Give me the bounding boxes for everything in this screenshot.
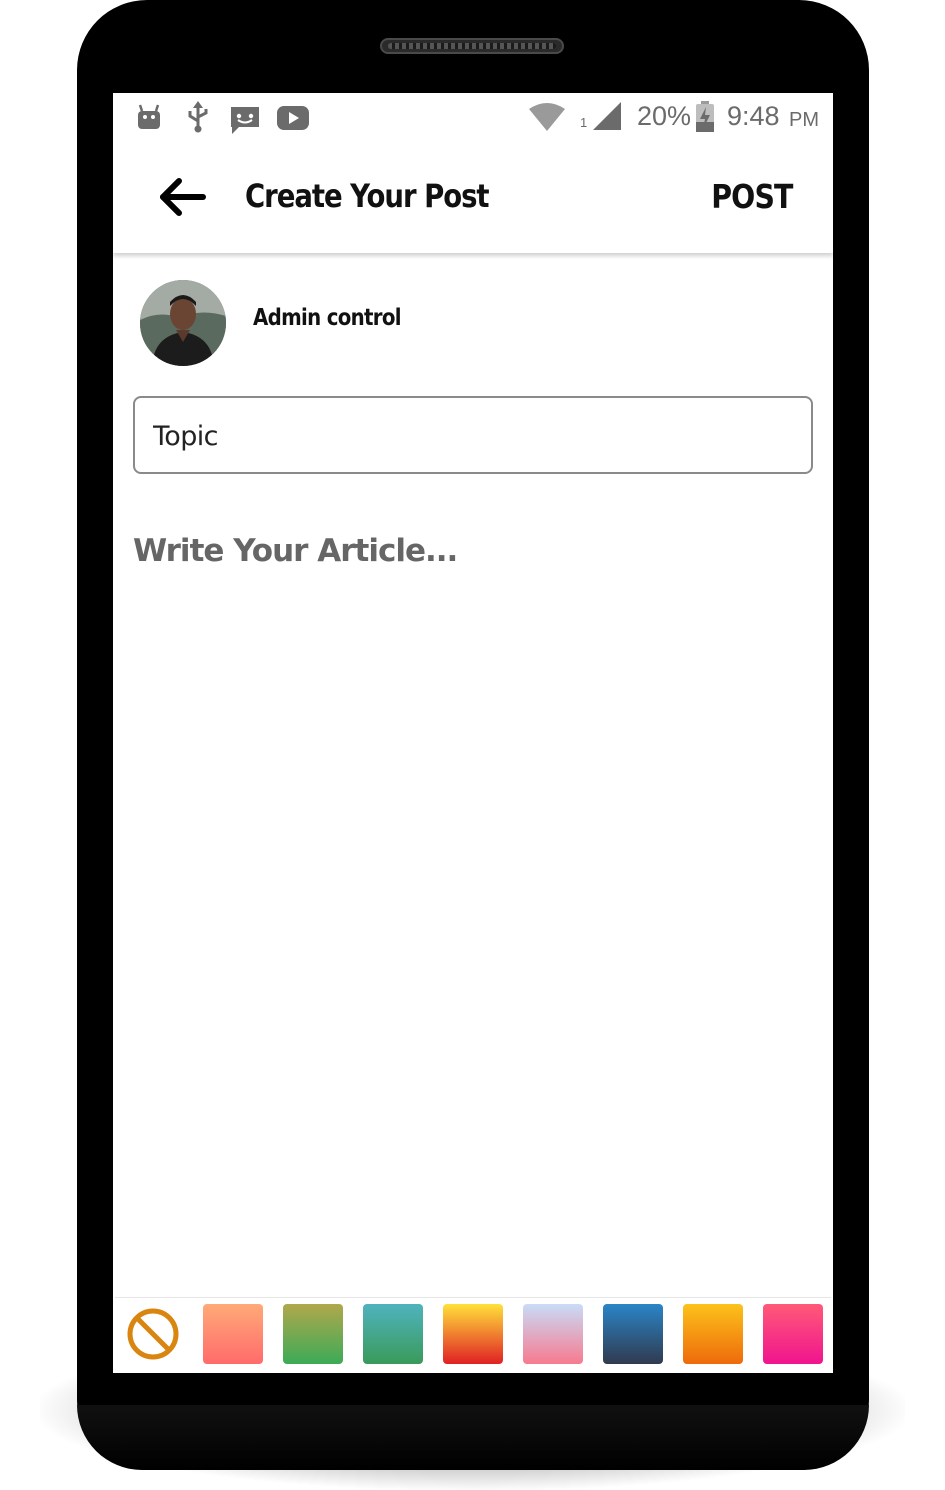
app-bar: Create Your Post POST — [113, 143, 833, 253]
message-icon — [231, 107, 259, 134]
article-input[interactable] — [133, 533, 813, 1293]
android-debug-icon — [138, 104, 160, 129]
usb-icon — [188, 101, 208, 133]
back-button[interactable] — [159, 177, 207, 217]
color-swatch-2[interactable] — [283, 1304, 343, 1364]
battery-charging-icon — [696, 101, 714, 132]
signal-icon — [593, 102, 621, 130]
sim-label: 1 — [580, 115, 588, 130]
clock-ampm: PM — [789, 109, 819, 131]
phone-chin — [77, 1405, 869, 1470]
author-name: Admin control — [253, 305, 402, 331]
wifi-icon — [529, 103, 565, 131]
earpiece-speaker — [380, 38, 564, 54]
page-title: Create Your Post — [245, 177, 490, 215]
color-swatch-4[interactable] — [443, 1304, 503, 1364]
avatar — [140, 280, 226, 366]
color-swatch-6[interactable] — [603, 1304, 663, 1364]
youtube-icon — [277, 106, 309, 130]
no-color-icon[interactable] — [125, 1306, 181, 1362]
post-button[interactable]: POST — [712, 177, 794, 216]
color-swatch-7[interactable] — [683, 1304, 743, 1364]
user-photo — [140, 280, 226, 366]
color-swatch-8[interactable] — [763, 1304, 823, 1364]
clock: 9:48 — [727, 101, 780, 131]
color-swatch-3[interactable] — [363, 1304, 423, 1364]
color-swatch-5[interactable] — [523, 1304, 583, 1364]
app-screen: 1 20% 9:48 PM Create Your Post POST Admi… — [113, 93, 833, 1373]
topic-field[interactable] — [133, 396, 813, 474]
arrow-left-icon — [160, 178, 206, 216]
status-bar: 1 20% 9:48 PM — [113, 93, 833, 143]
color-swatch-1[interactable] — [203, 1304, 263, 1364]
battery-percent: 20% — [637, 101, 692, 131]
topic-input[interactable] — [153, 416, 793, 456]
color-palette — [115, 1297, 831, 1373]
